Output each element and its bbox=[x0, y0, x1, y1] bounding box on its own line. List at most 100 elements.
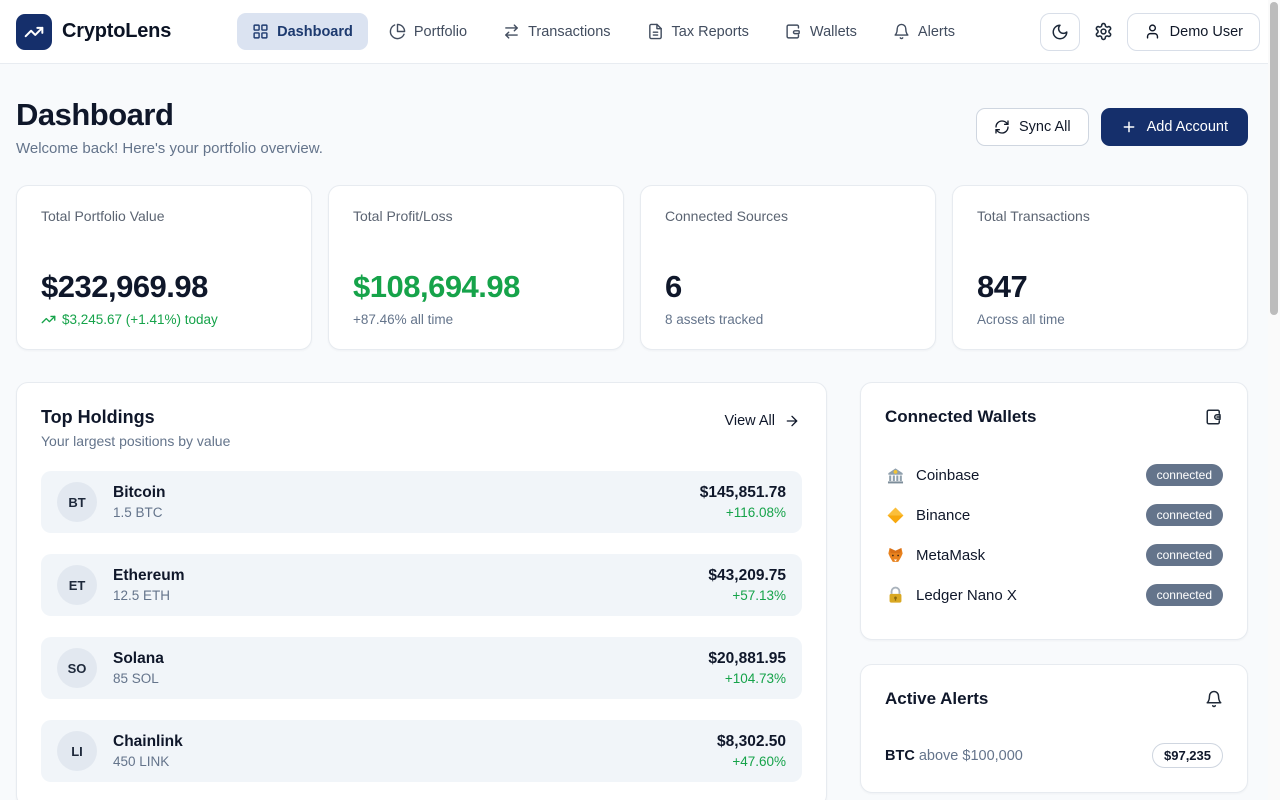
stat-label: Total Portfolio Value bbox=[41, 208, 287, 224]
add-account-button[interactable]: Add Account bbox=[1101, 108, 1248, 146]
brand[interactable]: CryptoLens bbox=[16, 14, 171, 50]
nav-item-tax-reports[interactable]: Tax Reports bbox=[632, 13, 764, 50]
nav-item-dashboard[interactable]: Dashboard bbox=[237, 13, 368, 50]
wallet-list: Coinbase connected Binance connected Met… bbox=[885, 455, 1223, 615]
stat-value: $108,694.98 bbox=[353, 269, 599, 305]
bank-icon bbox=[885, 465, 905, 485]
stat-card-total-transactions: Total Transactions 847 Across all time bbox=[952, 185, 1248, 350]
alerts-title: Active Alerts bbox=[885, 689, 988, 709]
stat-card-profit-loss: Total Profit/Loss $108,694.98 +87.46% al… bbox=[328, 185, 624, 350]
coin-amount: 85 SOL bbox=[113, 671, 164, 686]
user-icon bbox=[1144, 23, 1161, 40]
nav-label: Portfolio bbox=[414, 24, 467, 40]
holdings-title-block: Top Holdings Your largest positions by v… bbox=[41, 407, 230, 449]
connected-wallets-card: Connected Wallets Coinbase connected Bin… bbox=[860, 382, 1248, 640]
holding-row-ethereum[interactable]: ET Ethereum 12.5 ETH $43,209.75 +57.13% bbox=[41, 554, 802, 616]
top-holdings-card: Top Holdings Your largest positions by v… bbox=[16, 382, 827, 800]
document-icon bbox=[647, 23, 664, 40]
holding-row-bitcoin[interactable]: BT Bitcoin 1.5 BTC $145,851.78 +116.08% bbox=[41, 471, 802, 533]
stat-sub: 8 assets tracked bbox=[665, 312, 911, 327]
wallet-status-badge: connected bbox=[1146, 544, 1223, 566]
gear-icon bbox=[1094, 22, 1113, 41]
settings-button[interactable] bbox=[1094, 22, 1113, 41]
stat-label: Total Profit/Loss bbox=[353, 208, 599, 224]
nav-item-portfolio[interactable]: Portfolio bbox=[374, 13, 482, 50]
alert-row-btc[interactable]: BTC above $100,000 $97,235 bbox=[885, 743, 1223, 768]
stat-value: 847 bbox=[977, 269, 1223, 305]
bell-icon bbox=[893, 23, 910, 40]
coin-value: $20,881.95 bbox=[708, 650, 786, 668]
nav-label: Dashboard bbox=[277, 24, 353, 40]
nav-item-wallets[interactable]: Wallets bbox=[770, 13, 872, 50]
wallet-row-binance[interactable]: Binance connected bbox=[885, 495, 1223, 535]
nav-actions: Demo User bbox=[1040, 13, 1260, 51]
coin-name: Solana bbox=[113, 650, 164, 668]
nav-item-alerts[interactable]: Alerts bbox=[878, 13, 970, 50]
wallet-icon bbox=[785, 23, 802, 40]
sync-all-button[interactable]: Sync All bbox=[976, 108, 1089, 146]
view-all-label: View All bbox=[724, 413, 775, 429]
holdings-title: Top Holdings bbox=[41, 407, 230, 428]
vertical-scrollbar[interactable] bbox=[1268, 0, 1280, 800]
coin-change: +47.60% bbox=[717, 754, 786, 769]
coin-name: Chainlink bbox=[113, 733, 183, 751]
wallet-row-coinbase[interactable]: Coinbase connected bbox=[885, 455, 1223, 495]
fox-icon bbox=[885, 545, 905, 565]
holding-list: BT Bitcoin 1.5 BTC $145,851.78 +116.08% … bbox=[41, 471, 802, 782]
coin-change: +116.08% bbox=[700, 505, 786, 520]
stat-value: 6 bbox=[665, 269, 911, 305]
coin-avatar: BT bbox=[57, 482, 97, 522]
holdings-subtitle: Your largest positions by value bbox=[41, 433, 230, 449]
holding-row-solana[interactable]: SO Solana 85 SOL $20,881.95 +104.73% bbox=[41, 637, 802, 699]
trending-up-icon bbox=[41, 312, 56, 327]
add-account-label: Add Account bbox=[1147, 119, 1228, 135]
nav-label: Transactions bbox=[528, 24, 610, 40]
nav-item-transactions[interactable]: Transactions bbox=[488, 13, 625, 50]
stat-card-portfolio-value: Total Portfolio Value $232,969.98 $3,245… bbox=[16, 185, 312, 350]
wallet-row-metamask[interactable]: MetaMask connected bbox=[885, 535, 1223, 575]
coin-value: $43,209.75 bbox=[708, 567, 786, 585]
wallet-status-badge: connected bbox=[1146, 584, 1223, 606]
user-menu-button[interactable]: Demo User bbox=[1127, 13, 1260, 51]
alert-asset: BTC bbox=[885, 748, 915, 764]
coin-amount: 12.5 ETH bbox=[113, 588, 185, 603]
arrow-right-icon bbox=[784, 413, 800, 429]
wallet-name: Binance bbox=[916, 507, 970, 524]
header-actions: Sync All Add Account bbox=[976, 108, 1248, 146]
wallet-name: Coinbase bbox=[916, 467, 979, 484]
coin-name: Bitcoin bbox=[113, 484, 166, 502]
bell-icon bbox=[1205, 690, 1223, 708]
wallet-name: MetaMask bbox=[916, 547, 985, 564]
coin-amount: 450 LINK bbox=[113, 754, 183, 769]
top-navigation: CryptoLens Dashboard Portfolio Transacti… bbox=[0, 0, 1280, 64]
alert-current-value-badge: $97,235 bbox=[1152, 743, 1223, 768]
alert-condition: above $100,000 bbox=[919, 748, 1023, 764]
view-all-button[interactable]: View All bbox=[722, 407, 802, 435]
holding-row-chainlink[interactable]: LI Chainlink 450 LINK $8,302.50 +47.60% bbox=[41, 720, 802, 782]
page-content: Dashboard Welcome back! Here's your port… bbox=[0, 64, 1264, 800]
coin-amount: 1.5 BTC bbox=[113, 505, 166, 520]
coin-avatar: ET bbox=[57, 565, 97, 605]
pie-chart-icon bbox=[389, 23, 406, 40]
stat-sub: Across all time bbox=[977, 312, 1223, 327]
page-title: Dashboard bbox=[16, 97, 323, 133]
wallets-title: Connected Wallets bbox=[885, 407, 1036, 427]
stat-sub: $3,245.67 (+1.41%) today bbox=[41, 312, 287, 327]
wallet-row-ledger[interactable]: Ledger Nano X connected bbox=[885, 575, 1223, 615]
stat-sub-text: $3,245.67 (+1.41%) today bbox=[62, 312, 218, 327]
page-header: Dashboard Welcome back! Here's your port… bbox=[16, 64, 1248, 157]
plus-icon bbox=[1121, 119, 1137, 135]
coin-change: +57.13% bbox=[708, 588, 786, 603]
nav-label: Wallets bbox=[810, 24, 857, 40]
stat-sub: +87.46% all time bbox=[353, 312, 599, 327]
coin-avatar: LI bbox=[57, 731, 97, 771]
main-menu: Dashboard Portfolio Transactions Tax Rep… bbox=[237, 13, 970, 50]
wallet-status-badge: connected bbox=[1146, 464, 1223, 486]
diamond-icon bbox=[885, 505, 905, 525]
moon-icon bbox=[1051, 23, 1069, 41]
coin-change: +104.73% bbox=[708, 671, 786, 686]
user-name: Demo User bbox=[1170, 24, 1243, 40]
wallet-icon bbox=[1205, 408, 1223, 426]
scrollbar-thumb[interactable] bbox=[1270, 2, 1278, 315]
theme-toggle-button[interactable] bbox=[1040, 13, 1080, 51]
